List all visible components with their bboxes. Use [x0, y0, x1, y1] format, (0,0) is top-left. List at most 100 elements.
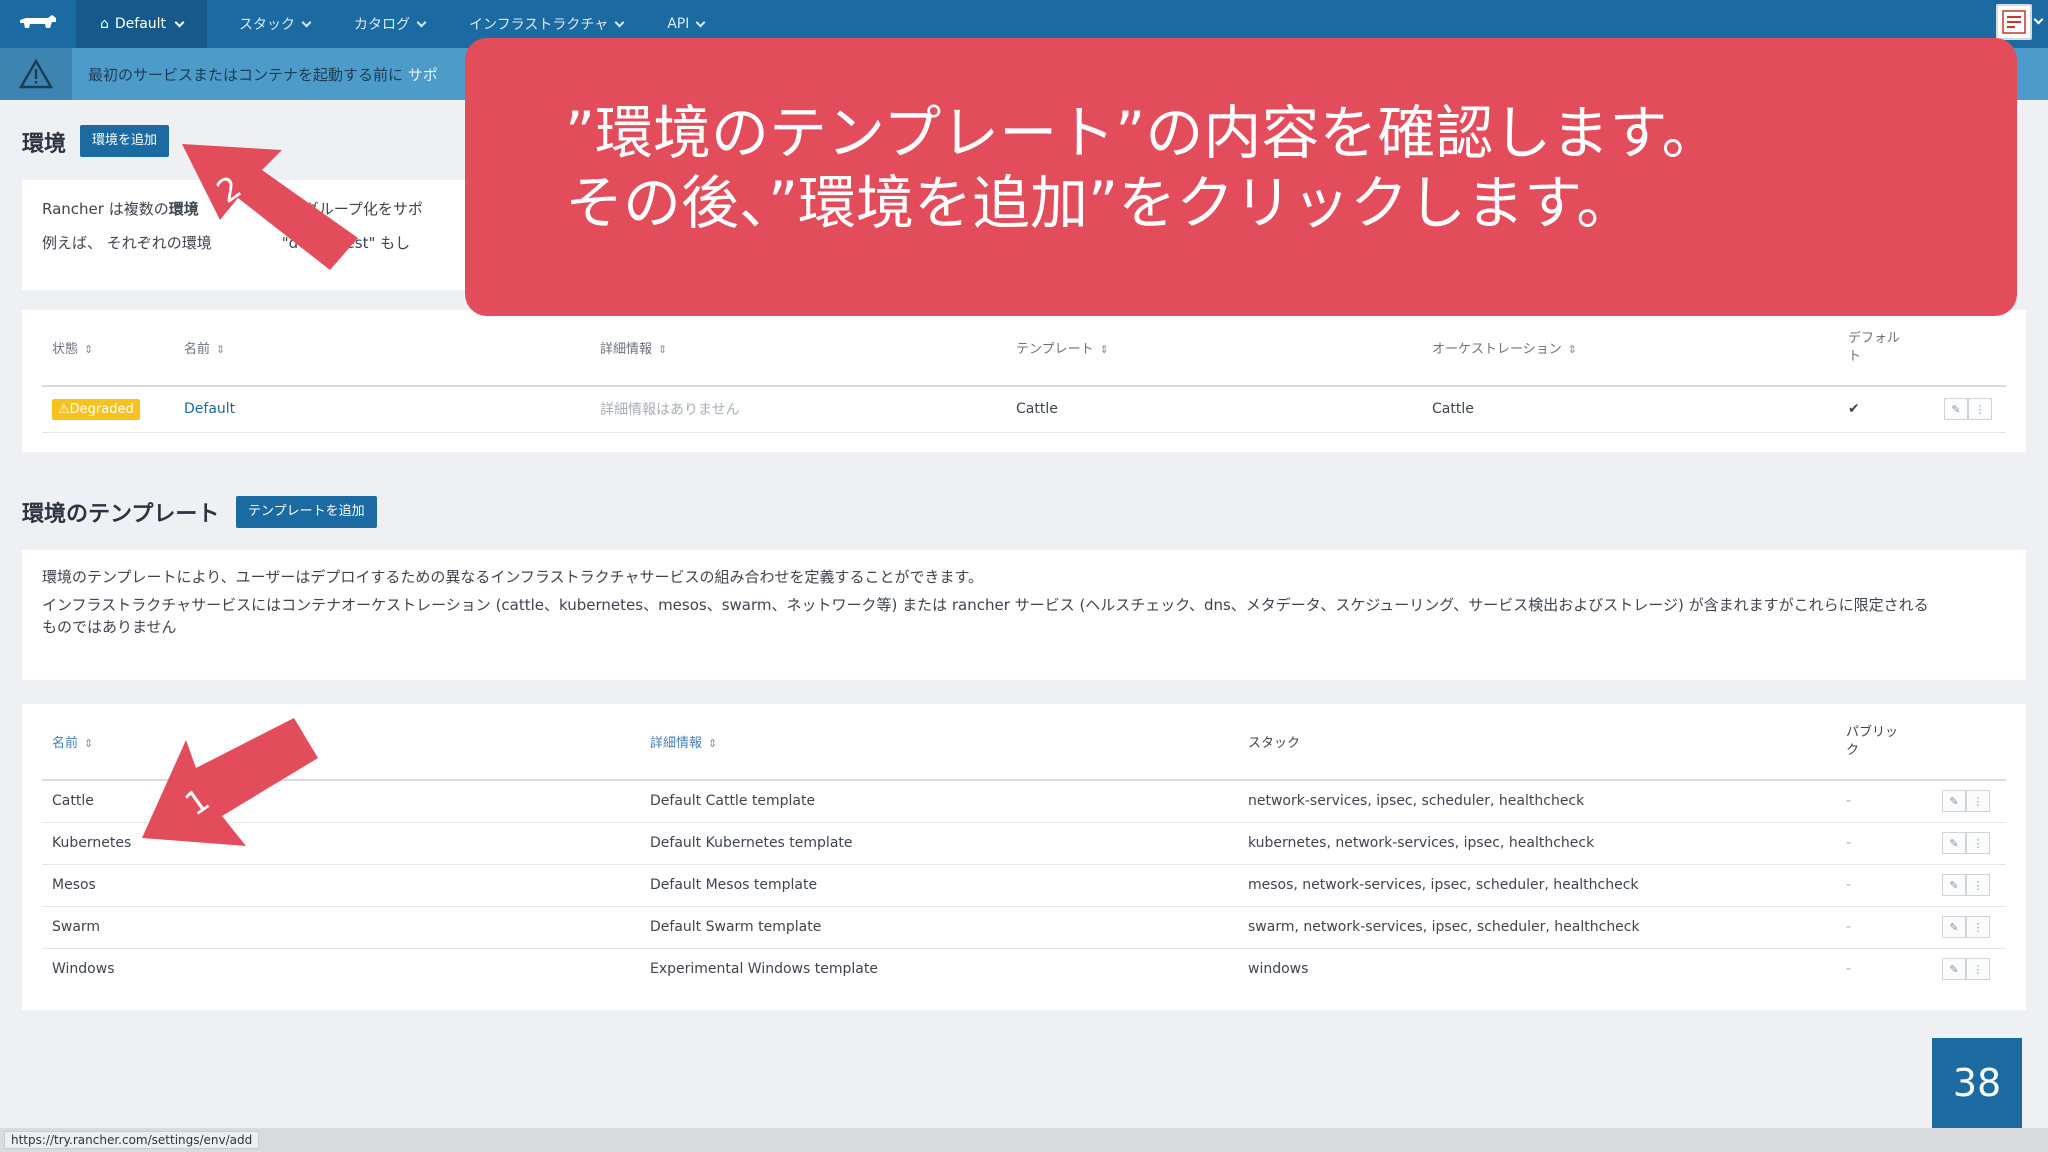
- template-stack: kubernetes, network-services, ipsec, hea…: [1238, 822, 1836, 865]
- chevron-down-icon[interactable]: [2033, 14, 2044, 25]
- template-stack: network-services, ipsec, scheduler, heal…: [1238, 780, 1836, 823]
- col-template-label: テンプレート: [1016, 342, 1094, 357]
- sort-icon: ⇕: [1567, 343, 1577, 356]
- environments-table: 状態 ⇕ 名前 ⇕ 詳細情報 ⇕ テンプレート ⇕ オーケストレーション ⇕ デフォルト …: [42, 310, 2006, 433]
- edit-icon[interactable]: ✎: [1942, 874, 1966, 896]
- nav-catalog-label: カタログ: [354, 17, 411, 33]
- chevron-down-icon: [416, 17, 427, 27]
- edit-icon[interactable]: ✎: [1942, 832, 1966, 854]
- col-status[interactable]: 状態 ⇕: [42, 310, 174, 387]
- environment-switcher[interactable]: ⌂ Default: [76, 0, 208, 48]
- col-name[interactable]: 名前 ⇕: [42, 704, 640, 781]
- col-status-label: 状態: [52, 342, 79, 357]
- more-icon[interactable]: ⋮: [1966, 832, 1990, 854]
- col-orchestration[interactable]: オーケストレーション ⇕: [1422, 310, 1838, 387]
- templates-table: 名前 ⇕ 詳細情報 ⇕ スタック パブリック Cattle Default Catt…: [42, 704, 2006, 990]
- col-actions: [1934, 310, 2006, 387]
- environment-name: Default: [114, 16, 167, 32]
- more-icon[interactable]: ⋮: [1966, 790, 1990, 813]
- template-public: -: [1836, 822, 1932, 865]
- rancher-logo-icon[interactable]: [0, 0, 76, 48]
- template-name[interactable]: Kubernetes: [42, 822, 640, 865]
- sort-icon: ⇕: [216, 343, 226, 356]
- template-name[interactable]: Windows: [42, 948, 640, 990]
- arrow-shape: [142, 718, 318, 846]
- col-description-label: 詳細情報: [650, 736, 703, 751]
- template-description: Default Swarm template: [640, 906, 1238, 949]
- edit-icon[interactable]: ✎: [1942, 958, 1966, 981]
- row-actions: ✎ ⋮: [1934, 386, 2006, 433]
- template-name[interactable]: Mesos: [42, 864, 640, 907]
- edit-icon[interactable]: ✎: [1942, 790, 1966, 813]
- row-actions: ✎ ⋮: [1932, 780, 2006, 823]
- sort-icon: ⇕: [84, 737, 94, 750]
- nav-api-label: API: [667, 16, 690, 32]
- more-icon[interactable]: ⋮: [1966, 874, 1990, 896]
- template-name[interactable]: Swarm: [42, 906, 640, 949]
- nav-infrastructure-label: インフラストラクチャ: [469, 17, 609, 33]
- callout-text: ”環境のテンプレート”の内容を確認します。 その後、”環境を追加”をクリックしま…: [565, 98, 1720, 238]
- col-description[interactable]: 詳細情報 ⇕: [640, 704, 1238, 781]
- slide-page-number: 38: [1932, 1038, 2022, 1128]
- col-name-label: 名前: [184, 342, 211, 357]
- banner-text: 最初のサービスまたはコンテナを起動する前に サポ: [88, 64, 438, 85]
- col-name-label: 名前: [52, 736, 79, 751]
- template-stack: swarm, network-services, ipsec, schedule…: [1238, 906, 1836, 949]
- more-icon[interactable]: ⋮: [1968, 398, 1992, 421]
- template-stack: mesos, network-services, ipsec, schedule…: [1238, 864, 1836, 907]
- col-stack-label: スタック: [1248, 736, 1301, 751]
- arrow-shape: [182, 144, 358, 270]
- col-default: デフォルト: [1838, 310, 1934, 387]
- env-orchestration: Cattle: [1422, 386, 1838, 433]
- annotation-arrow-1: 1: [142, 718, 318, 846]
- template-public: -: [1846, 961, 1852, 978]
- col-name[interactable]: 名前 ⇕: [174, 310, 590, 387]
- templates-title: 環境のテンプレート: [22, 502, 220, 527]
- table-row: Windows Experimental Windows template wi…: [42, 948, 2006, 990]
- template-public: -: [1836, 906, 1932, 949]
- default-check-icon: ✔: [1838, 386, 1934, 433]
- col-default-label: ト: [1848, 348, 1862, 364]
- col-description-label: 詳細情報: [600, 342, 653, 357]
- templates-info-line2: インフラストラクチャサービスにはコンテナオーケストレーション (cattle、k…: [42, 596, 1929, 614]
- user-avatar[interactable]: [1996, 4, 2032, 40]
- banner-link[interactable]: サポ: [408, 66, 438, 84]
- more-icon[interactable]: ⋮: [1966, 958, 1990, 981]
- template-description: Default Kubernetes template: [640, 822, 1238, 865]
- more-icon[interactable]: ⋮: [1966, 916, 1990, 938]
- col-public-label: ク: [1846, 742, 1860, 758]
- nav-stacks[interactable]: スタック: [217, 0, 332, 48]
- instruction-callout: ”環境のテンプレート”の内容を確認します。 その後、”環境を追加”をクリックしま…: [465, 38, 2017, 316]
- col-template[interactable]: テンプレート ⇕: [1006, 310, 1422, 387]
- environments-table-card: 状態 ⇕ 名前 ⇕ 詳細情報 ⇕ テンプレート ⇕ オーケストレーション ⇕ デフォルト …: [22, 310, 2026, 452]
- table-row: Mesos Default Mesos template mesos, netw…: [42, 864, 2006, 907]
- template-stack: windows: [1248, 961, 1309, 978]
- nav-catalog[interactable]: カタログ: [332, 0, 447, 48]
- edit-icon[interactable]: ✎: [1944, 398, 1968, 421]
- templates-info-line3: ものではありません: [42, 618, 177, 636]
- annotation-arrow-2: 2: [182, 144, 358, 270]
- col-public: パブリック: [1836, 704, 1932, 781]
- status-url: https://try.rancher.com/settings/env/add: [4, 1131, 260, 1149]
- env-template: Cattle: [1006, 386, 1422, 433]
- warning-icon: [0, 48, 72, 100]
- browser-status-bar: https://try.rancher.com/settings/env/add: [0, 1128, 2048, 1152]
- edit-icon[interactable]: ✎: [1942, 916, 1966, 938]
- row-actions: ✎ ⋮: [1932, 948, 2006, 990]
- environments-title: 環境: [22, 132, 67, 157]
- table-header-row: 状態 ⇕ 名前 ⇕ 詳細情報 ⇕ テンプレート ⇕ オーケストレーション ⇕ デフォルト: [42, 310, 2006, 387]
- callout-line1: ”環境のテンプレート”の内容を確認します。: [565, 99, 1720, 167]
- template-name[interactable]: Cattle: [42, 780, 640, 823]
- template-description: Default Mesos template: [640, 864, 1238, 907]
- env-description: 詳細情報はありません: [590, 386, 1006, 433]
- row-actions: ✎ ⋮: [1932, 906, 2006, 949]
- template-description: Default Cattle template: [640, 780, 1238, 823]
- template-description: Experimental Windows template: [650, 961, 878, 978]
- add-environment-button[interactable]: 環境を追加: [80, 125, 170, 157]
- col-description[interactable]: 詳細情報 ⇕: [590, 310, 1006, 387]
- env-name-link[interactable]: Default: [174, 386, 590, 433]
- add-template-button[interactable]: テンプレートを追加: [236, 496, 377, 528]
- status-cell: ⚠Degraded: [42, 386, 174, 433]
- col-stack: スタック: [1238, 704, 1836, 781]
- status-badge-label: Degraded: [69, 401, 134, 417]
